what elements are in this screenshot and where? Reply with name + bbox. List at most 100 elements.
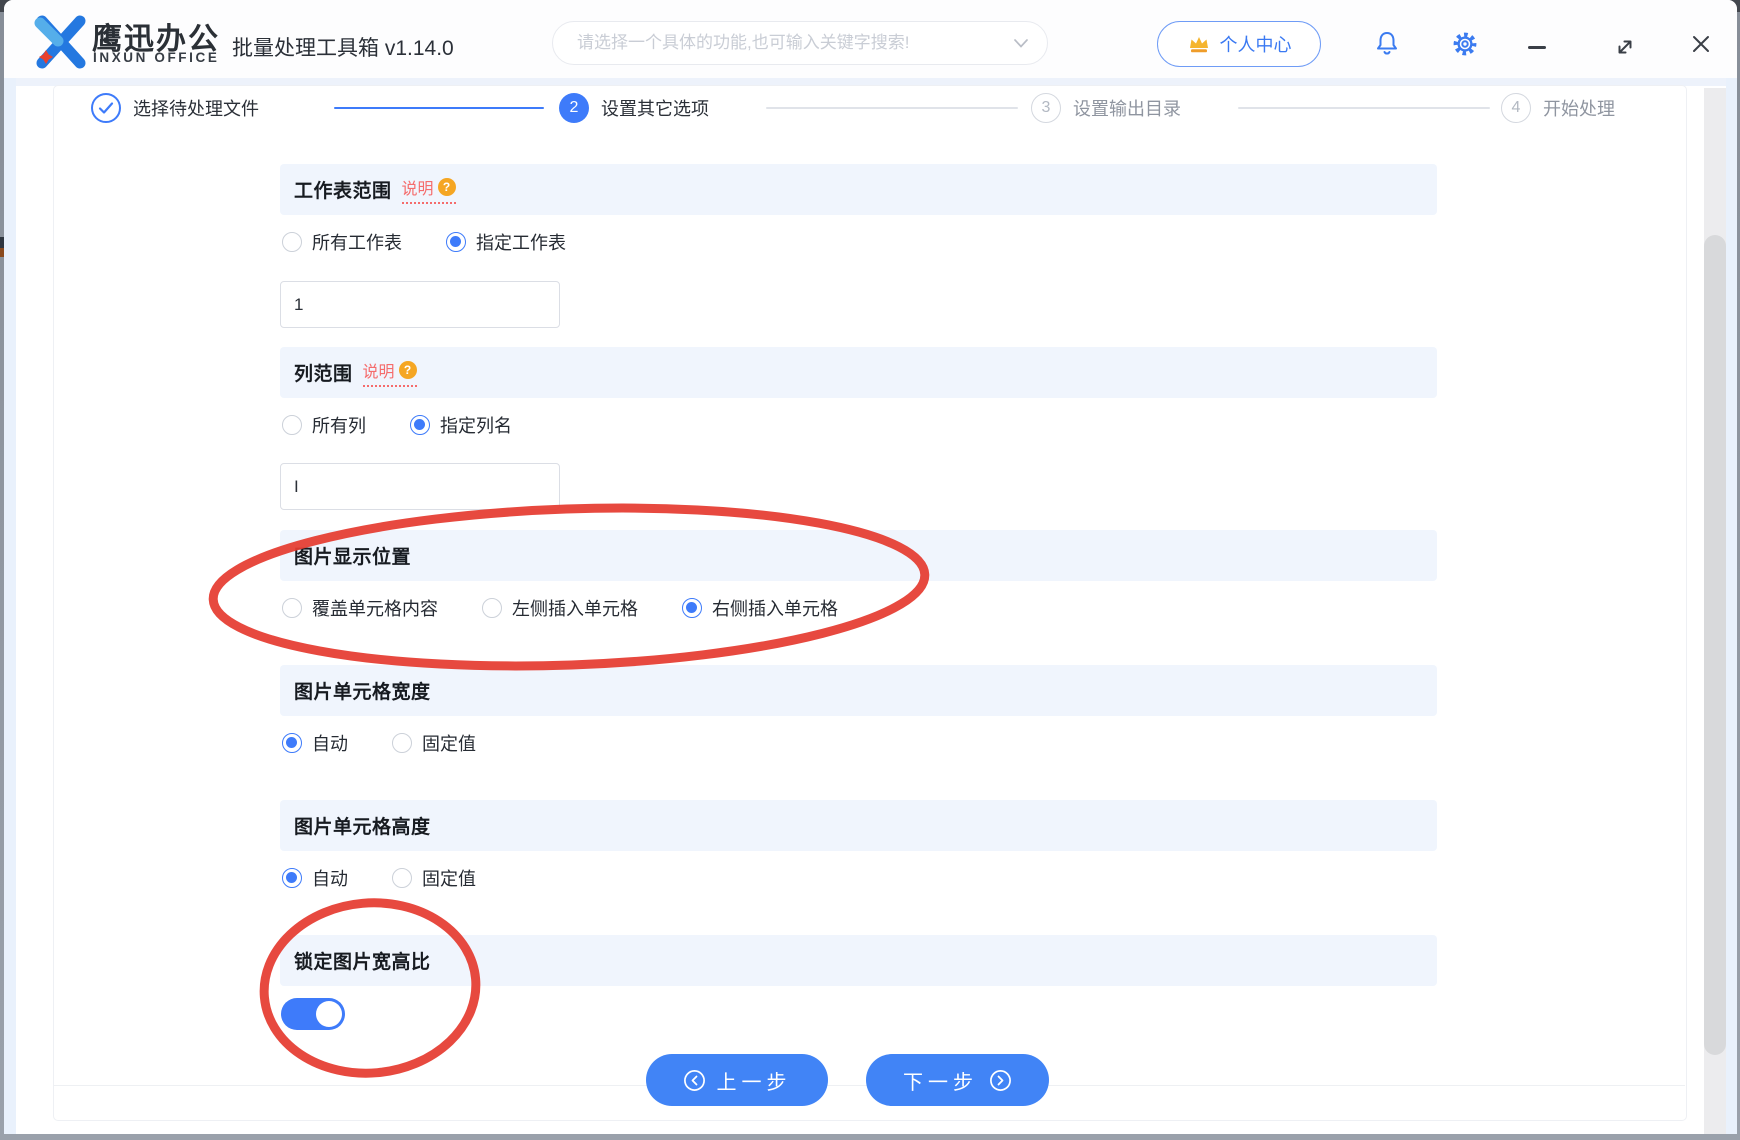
bell-icon [1373, 29, 1401, 59]
radio-label[interactable]: 左侧插入单元格 [512, 595, 638, 621]
close-button[interactable] [1690, 33, 1712, 58]
step-label: 设置输出目录 [1073, 95, 1181, 121]
section-header-image-position: 图片显示位置 [280, 530, 1437, 581]
step-connector [766, 107, 1018, 109]
chevron-down-icon [1013, 37, 1029, 49]
radio-label[interactable]: 所有工作表 [312, 229, 402, 255]
section-header-column-range: 列范围 说明 ? [280, 347, 1437, 398]
radio-icon[interactable] [282, 868, 302, 888]
gear-icon [1451, 30, 1479, 58]
radio-icon[interactable] [282, 232, 302, 252]
radio-icon[interactable] [392, 868, 412, 888]
search-input[interactable] [575, 32, 1005, 54]
radio-option-insert-right[interactable]: 右侧插入单元格 [682, 595, 838, 621]
user-center-button[interactable]: 个人中心 [1157, 21, 1321, 67]
radio-label[interactable]: 指定工作表 [476, 229, 566, 255]
section-title: 图片单元格宽度 [294, 677, 431, 704]
app-window: 鹰迅办公 INXUN OFFICE 批量处理工具箱 v1.14.0 个人中心 [4, 0, 1737, 1134]
radio-label[interactable]: 指定列名 [440, 412, 512, 438]
step-label: 开始处理 [1543, 95, 1615, 121]
next-step-button[interactable]: 下一步 [866, 1054, 1049, 1106]
step-label: 设置其它选项 [601, 95, 709, 121]
section-header-cell-width: 图片单元格宽度 [280, 665, 1437, 716]
radio-option-all-sheets[interactable]: 所有工作表 [282, 229, 402, 255]
help-link-label[interactable]: 说明 [402, 175, 434, 199]
column-range-options: 所有列 指定列名 [282, 413, 512, 437]
radio-icon[interactable] [282, 733, 302, 753]
radio-label[interactable]: 覆盖单元格内容 [312, 595, 438, 621]
radio-option-height-fixed[interactable]: 固定值 [392, 865, 476, 891]
circle-chevron-right-icon [989, 1069, 1012, 1092]
worksheet-range-input[interactable] [280, 281, 560, 328]
settings-button[interactable] [1451, 30, 1479, 61]
radio-label[interactable]: 自动 [312, 730, 348, 756]
radio-option-all-columns[interactable]: 所有列 [282, 412, 366, 438]
cell-width-options: 自动 固定值 [282, 731, 476, 755]
previous-step-button[interactable]: 上一步 [646, 1054, 828, 1106]
step-number-circle: 2 [559, 93, 589, 123]
scrollbar-track[interactable] [1704, 88, 1726, 1134]
radio-option-width-auto[interactable]: 自动 [282, 730, 348, 756]
step-item-options[interactable]: 2 设置其它选项 [559, 93, 709, 123]
radio-label[interactable]: 固定值 [422, 865, 476, 891]
radio-icon[interactable] [446, 232, 466, 252]
screen: 鹰迅办公 INXUN OFFICE 批量处理工具箱 v1.14.0 个人中心 [0, 0, 1740, 1140]
help-question-icon[interactable]: ? [438, 178, 456, 196]
help-question-icon[interactable]: ? [399, 361, 417, 379]
section-header-lock-aspect-ratio: 锁定图片宽高比 [280, 935, 1437, 986]
section-header-cell-height: 图片单元格高度 [280, 800, 1437, 851]
radio-option-specified-columns[interactable]: 指定列名 [410, 412, 512, 438]
crown-icon [1187, 34, 1211, 54]
brand-logo-icon [31, 12, 89, 70]
step-number-circle: 4 [1501, 93, 1531, 123]
section-header-worksheet-range: 工作表范围 说明 ? [280, 164, 1437, 215]
help-link[interactable]: 说明 ? [402, 175, 456, 204]
radio-option-height-auto[interactable]: 自动 [282, 865, 348, 891]
radio-label[interactable]: 固定值 [422, 730, 476, 756]
section-title: 图片单元格高度 [294, 812, 431, 839]
radio-option-width-fixed[interactable]: 固定值 [392, 730, 476, 756]
radio-option-overwrite-cell[interactable]: 覆盖单元格内容 [282, 595, 438, 621]
page-margin-left [4, 78, 16, 1134]
radio-icon[interactable] [282, 415, 302, 435]
notifications-button[interactable] [1373, 29, 1401, 62]
radio-icon[interactable] [282, 598, 302, 618]
radio-option-specified-sheets[interactable]: 指定工作表 [446, 229, 566, 255]
help-link-label[interactable]: 说明 [363, 358, 395, 382]
next-step-label: 下一步 [903, 1066, 978, 1095]
step-connector [1238, 107, 1490, 109]
close-icon [1690, 33, 1712, 55]
scrollbar-thumb[interactable] [1704, 235, 1726, 1055]
maximize-icon [1614, 36, 1636, 58]
step-item-start[interactable]: 4 开始处理 [1501, 93, 1615, 123]
radio-icon[interactable] [682, 598, 702, 618]
user-center-label: 个人中心 [1220, 31, 1292, 57]
step-item-select-files[interactable]: 选择待处理文件 [91, 93, 259, 123]
image-position-options: 覆盖单元格内容 左侧插入单元格 右侧插入单元格 [282, 596, 838, 620]
step-number-circle: 3 [1031, 93, 1061, 123]
check-icon [98, 101, 114, 115]
step-item-output-dir[interactable]: 3 设置输出目录 [1031, 93, 1181, 123]
step-done-circle [91, 93, 121, 123]
worksheet-range-options: 所有工作表 指定工作表 [282, 230, 566, 254]
app-title: 批量处理工具箱 v1.14.0 [232, 32, 454, 62]
previous-step-label: 上一步 [717, 1066, 792, 1095]
help-link[interactable]: 说明 ? [363, 358, 417, 387]
page-margin-right [1726, 78, 1737, 1134]
minimize-button[interactable] [1528, 46, 1546, 49]
radio-icon[interactable] [482, 598, 502, 618]
radio-icon[interactable] [392, 733, 412, 753]
radio-label[interactable]: 右侧插入单元格 [712, 595, 838, 621]
radio-icon[interactable] [410, 415, 430, 435]
brand-subtitle: INXUN OFFICE [93, 50, 219, 65]
radio-option-insert-left[interactable]: 左侧插入单元格 [482, 595, 638, 621]
title-bar: 鹰迅办公 INXUN OFFICE 批量处理工具箱 v1.14.0 个人中心 [4, 0, 1737, 78]
radio-label[interactable]: 自动 [312, 865, 348, 891]
function-search-select[interactable] [552, 21, 1048, 65]
step-connector [334, 107, 544, 109]
maximize-button[interactable] [1614, 36, 1636, 61]
aspect-ratio-toggle[interactable] [281, 998, 345, 1030]
radio-label[interactable]: 所有列 [312, 412, 366, 438]
circle-chevron-left-icon [683, 1069, 706, 1092]
column-range-input[interactable] [280, 463, 560, 510]
